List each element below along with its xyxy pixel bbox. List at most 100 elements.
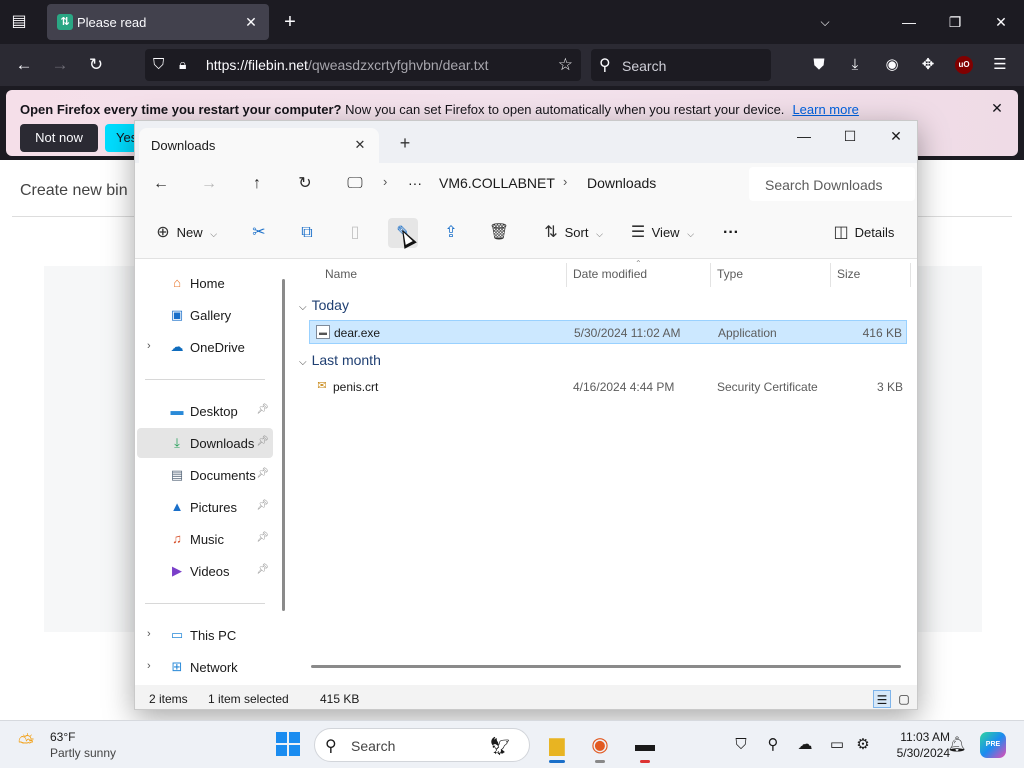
- account-icon[interactable]: ◉: [880, 53, 904, 77]
- explorer-minimize-icon[interactable]: —: [781, 121, 827, 151]
- breadcrumb-vm6-collabnet[interactable]: VM6.COLLABNET: [439, 175, 555, 191]
- back-icon[interactable]: ←: [11, 53, 37, 77]
- explorer-up-icon[interactable]: ↑: [244, 172, 270, 196]
- new-tab-button[interactable]: +: [278, 10, 302, 34]
- firefox-taskbar-icon[interactable]: ◉: [582, 727, 618, 763]
- nav-documents[interactable]: ▤ Documents 📌︎: [137, 460, 273, 490]
- breadcrumb-ellipsis[interactable]: ···: [408, 175, 422, 191]
- taskbar-search[interactable]: ⚲ Search 🦅︎: [314, 728, 530, 762]
- url-bar[interactable]: ⛉ 🔒︎ https://filebin.net/qweasdzxcrtyfgh…: [145, 49, 581, 81]
- explorer-maximize-icon[interactable]: ☐: [827, 121, 873, 151]
- create-new-bin-link[interactable]: Create new bin: [20, 182, 128, 200]
- not-now-button[interactable]: Not now: [20, 124, 98, 152]
- column-header-name[interactable]: Name: [325, 267, 357, 281]
- details-view-icon[interactable]: ☰: [873, 690, 891, 708]
- close-window-icon[interactable]: ✕: [978, 0, 1024, 44]
- column-divider[interactable]: [710, 263, 711, 287]
- file-row-dear-exe[interactable]: ▬ dear.exe 5/30/2024 11:02 AM Applicatio…: [309, 320, 907, 344]
- group-header-today[interactable]: ⌵ Today: [299, 297, 349, 313]
- column-header-size[interactable]: Size: [837, 267, 860, 281]
- network-status-icon[interactable]: ⚙: [851, 733, 875, 757]
- chevron-right-icon[interactable]: ›: [147, 628, 151, 640]
- paste-button[interactable]: ▯: [340, 218, 370, 248]
- bookmark-star-icon[interactable]: ☆: [558, 55, 573, 75]
- more-options-button[interactable]: ···: [723, 218, 739, 248]
- chevron-right-icon[interactable]: ›: [147, 660, 151, 672]
- file-row-penis-crt[interactable]: ✉ penis.crt 4/16/2024 4:44 PM Security C…: [309, 375, 907, 399]
- explorer-new-tab-button[interactable]: +: [395, 133, 415, 153]
- sort-button[interactable]: ⇅ Sort ⌵: [541, 218, 603, 248]
- notification-bell-icon[interactable]: 🔔︎: [945, 733, 969, 757]
- nav-gallery[interactable]: ▣ Gallery: [137, 300, 273, 330]
- nav-home[interactable]: ⌂ Home: [137, 268, 273, 298]
- item-count: 2 items: [149, 692, 188, 706]
- computer-icon[interactable]: 🖵︎: [342, 172, 368, 196]
- terminal-taskbar-icon[interactable]: ▬: [627, 727, 663, 763]
- column-divider[interactable]: [910, 263, 911, 287]
- column-header-date[interactable]: Date modified: [573, 267, 647, 281]
- tracking-shield-icon[interactable]: ⛉: [153, 56, 164, 73]
- copy-button[interactable]: ⧉: [292, 218, 322, 248]
- share-button[interactable]: ⇪: [436, 218, 466, 248]
- windows-start-icon[interactable]: [276, 732, 300, 756]
- security-shield-icon[interactable]: ⛉: [729, 733, 753, 757]
- new-button[interactable]: ⊕ New ⌵: [153, 218, 217, 248]
- learn-more-link[interactable]: Learn more: [792, 102, 858, 117]
- list-all-tabs-icon[interactable]: ▤: [8, 11, 30, 33]
- nav-this-pc[interactable]: › ▭ This PC: [137, 620, 273, 650]
- pocket-icon[interactable]: ⛊: [807, 53, 831, 77]
- explorer-refresh-icon[interactable]: ↻: [292, 172, 318, 196]
- nav-network[interactable]: › ⊞ Network: [137, 652, 273, 682]
- explorer-search-box[interactable]: Search Downloads: [749, 167, 915, 201]
- cut-button[interactable]: ✂: [244, 218, 274, 248]
- explorer-forward-icon[interactable]: →: [196, 172, 222, 196]
- menu-hamburger-icon[interactable]: ☰: [988, 53, 1012, 77]
- column-divider[interactable]: [830, 263, 831, 287]
- nav-onedrive[interactable]: › ☁ OneDrive: [137, 332, 273, 362]
- forward-icon[interactable]: →: [47, 53, 73, 77]
- close-notification-icon[interactable]: ✕: [988, 99, 1006, 117]
- details-button[interactable]: ◫ Details: [831, 218, 894, 248]
- chevron-right-icon[interactable]: ›: [147, 340, 151, 352]
- nav-pictures[interactable]: ▲ Pictures 📌︎: [137, 492, 273, 522]
- lock-icon[interactable]: 🔒︎: [179, 56, 186, 73]
- close-tab-icon[interactable]: ✕: [241, 12, 261, 32]
- extensions-icon[interactable]: ✥: [916, 53, 940, 77]
- explorer-close-icon[interactable]: ✕: [873, 121, 917, 151]
- reload-icon[interactable]: ↻: [83, 53, 109, 77]
- explorer-back-icon[interactable]: ←: [148, 172, 174, 196]
- web-search-bar[interactable]: ⚲ Search: [591, 49, 771, 81]
- nav-scrollbar[interactable]: [282, 279, 285, 611]
- close-explorer-tab-icon[interactable]: ✕: [351, 136, 369, 154]
- group-header-last-month[interactable]: ⌵ Last month: [299, 352, 381, 368]
- nav-downloads[interactable]: ⤓ Downloads 📌︎: [137, 428, 273, 458]
- explorer-command-bar: ⊕ New ⌵ ✂ ⧉ ▯ ✎ ⇪ 🗑︎ ⇅ Sort ⌵ ☰ View ⌵ ·…: [135, 205, 917, 259]
- view-button[interactable]: ☰ View ⌵: [628, 218, 694, 248]
- file-explorer-taskbar-icon[interactable]: ▆: [539, 727, 575, 763]
- home-icon: ⌂: [173, 275, 181, 290]
- nav-music[interactable]: ♫ Music 📌︎: [137, 524, 273, 554]
- tiles-view-icon[interactable]: ▢: [895, 690, 913, 708]
- column-header-type[interactable]: Type: [717, 267, 743, 281]
- minimize-icon[interactable]: —: [886, 0, 932, 44]
- ublock-origin-icon[interactable]: uO: [955, 56, 973, 74]
- browser-tab[interactable]: ⇅ Please read ✕: [47, 4, 269, 40]
- horizontal-scrollbar[interactable]: [311, 665, 901, 668]
- gallery-icon: ▣: [170, 307, 184, 322]
- weather-widget[interactable]: ⛅︎ 63°F Partly sunny: [14, 728, 134, 762]
- breadcrumb-downloads[interactable]: Downloads: [587, 175, 656, 191]
- restore-icon[interactable]: ❐: [932, 0, 978, 44]
- column-divider[interactable]: [566, 263, 567, 287]
- copilot-icon[interactable]: PRE: [980, 732, 1006, 758]
- url-text[interactable]: https://filebin.net/qweasdzxcrtyfghvbn/d…: [206, 57, 489, 73]
- cloud-offline-icon[interactable]: ☁: [793, 733, 817, 757]
- explorer-tab[interactable]: Downloads ✕: [139, 128, 379, 163]
- nav-desktop[interactable]: ▬ Desktop 📌︎: [137, 396, 273, 426]
- downloads-icon[interactable]: ⤓: [843, 53, 867, 77]
- chevron-down-icon[interactable]: ⌵: [815, 12, 835, 32]
- display-icon[interactable]: ▭: [825, 733, 849, 757]
- nav-videos[interactable]: ▶ Videos 📌︎: [137, 556, 273, 586]
- delete-button[interactable]: 🗑︎: [484, 218, 514, 248]
- search-key-icon[interactable]: ⚲: [761, 733, 785, 757]
- system-clock[interactable]: 11:03 AM 5/30/2024: [880, 729, 950, 761]
